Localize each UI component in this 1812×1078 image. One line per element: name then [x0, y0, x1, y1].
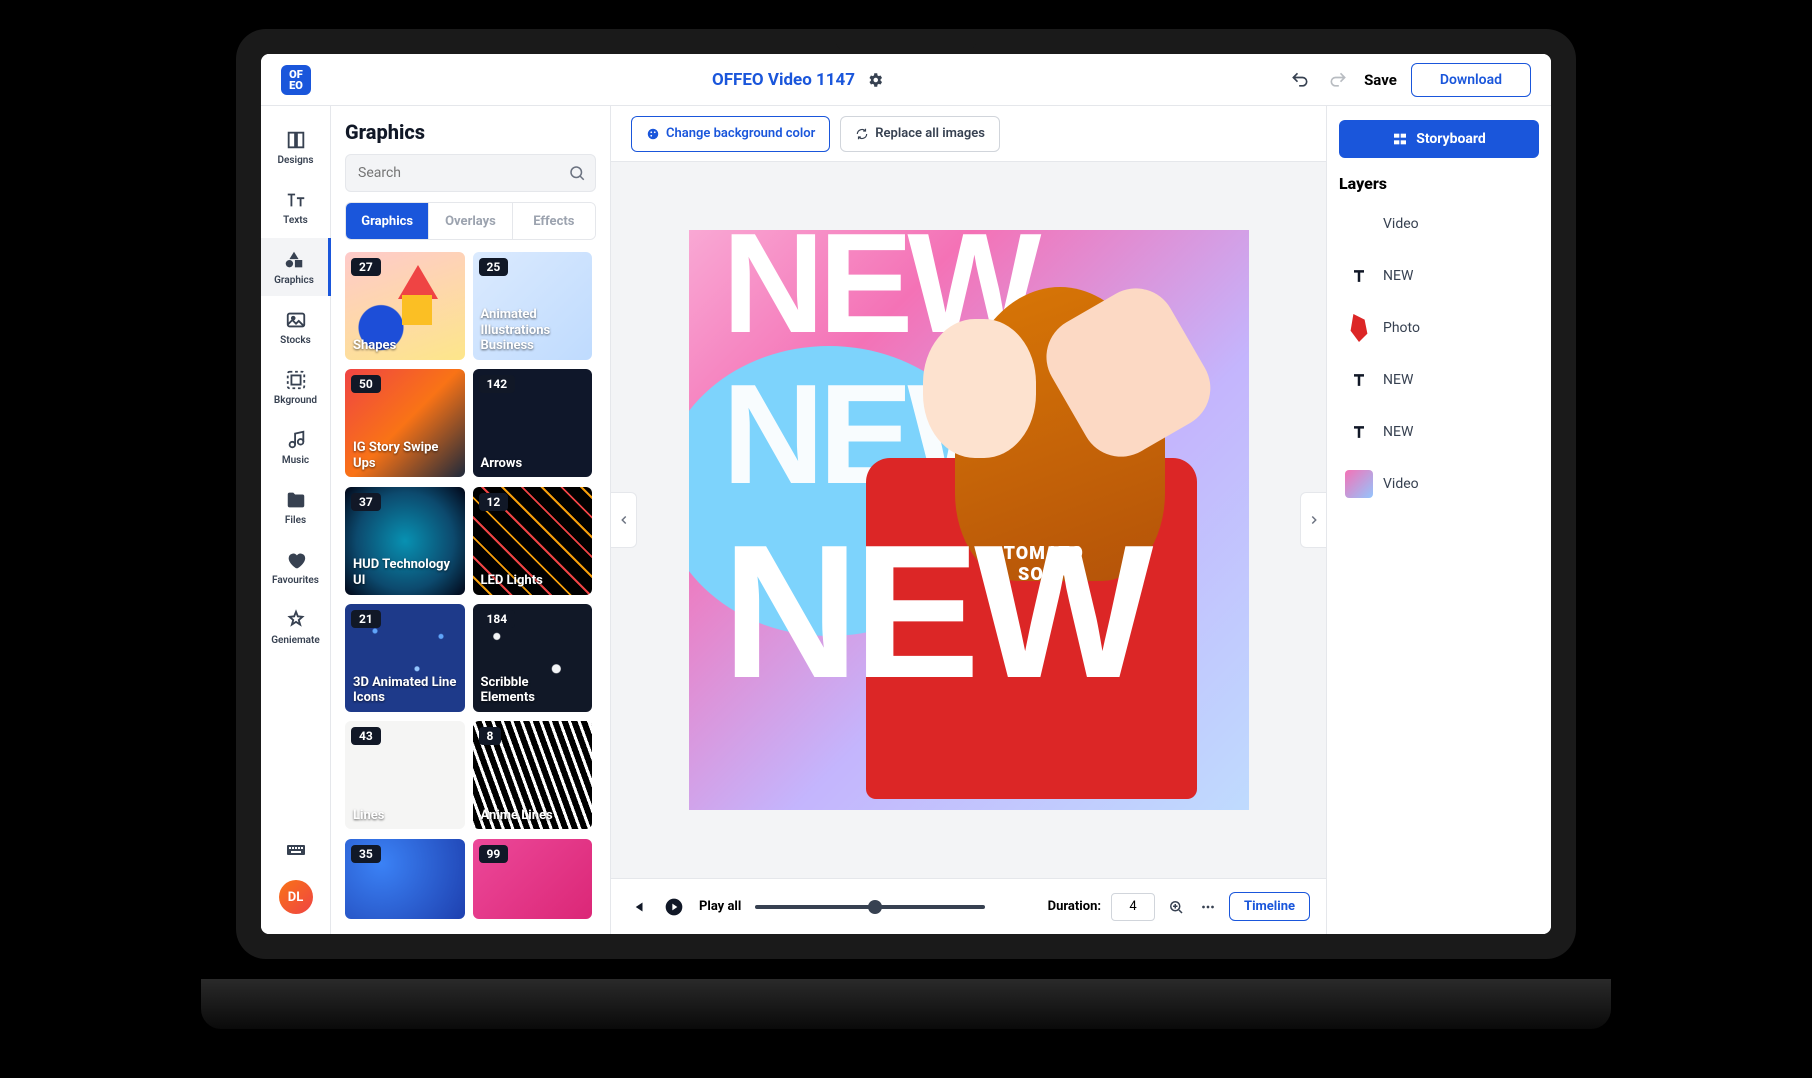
topbar: OFEO OFFEO Video 1147 Save Download [261, 54, 1551, 106]
play-icon[interactable] [663, 896, 685, 918]
canvas-area: Change background color Replace all imag… [611, 106, 1326, 934]
undo-icon[interactable] [1288, 68, 1312, 92]
play-all-label: Play all [699, 899, 741, 914]
rail-files[interactable]: Files [261, 478, 331, 536]
left-rail: Designs Texts Graphics Stocks [261, 106, 331, 934]
tab-graphics[interactable]: Graphics [346, 203, 429, 239]
card-hud[interactable]: 37HUD Technology UI [345, 487, 465, 595]
rail-background[interactable]: Bkground [261, 358, 331, 416]
card-led[interactable]: 12LED Lights [473, 487, 593, 595]
video-icon [1345, 210, 1373, 238]
rail-graphics[interactable]: Graphics [261, 238, 331, 296]
search-icon[interactable] [568, 164, 586, 182]
duration-label: Duration: [1048, 899, 1101, 914]
project-title[interactable]: OFFEO Video 1147 [712, 70, 855, 90]
playbar: Play all Duration: Timeline [611, 878, 1326, 934]
search-input[interactable] [345, 154, 596, 192]
rail-favourites[interactable]: Favourites [261, 538, 331, 596]
card-anime-lines[interactable]: 8Anime Lines [473, 721, 593, 829]
canvas-toolbar: Change background color Replace all imag… [611, 106, 1326, 162]
canvas[interactable]: NEW NEW TOMATOSOUP NEW [689, 230, 1249, 810]
canvas-wrap: NEW NEW TOMATOSOUP NEW [611, 162, 1326, 878]
graphics-grid[interactable]: 27Shapes 25Animated Illustrations Busine… [345, 252, 596, 920]
layer-photo[interactable]: Photo [1339, 307, 1539, 349]
panel-tabs: Graphics Overlays Effects [345, 202, 596, 240]
panel-title: Graphics [345, 120, 596, 144]
timeline-button[interactable]: Timeline [1229, 892, 1310, 921]
user-avatar[interactable]: DL [279, 880, 313, 914]
prev-scene-button[interactable] [611, 492, 637, 548]
card-extra-2[interactable]: 99 [473, 839, 593, 919]
tab-effects[interactable]: Effects [513, 203, 595, 239]
layers-title: Layers [1339, 174, 1539, 193]
rail-music[interactable]: Music [261, 418, 331, 476]
card-3d-line[interactable]: 213D Animated Line Icons [345, 604, 465, 712]
card-arrows[interactable]: 142Arrows [473, 369, 593, 477]
change-bg-button[interactable]: Change background color [631, 116, 830, 152]
rail-geniemate[interactable]: Geniemate [261, 598, 331, 656]
redo-icon[interactable] [1326, 68, 1350, 92]
settings-gear-icon[interactable] [863, 68, 887, 92]
photo-thumb [1345, 314, 1373, 342]
text-icon [1345, 262, 1373, 290]
card-lines[interactable]: 43Lines [345, 721, 465, 829]
card-ig-swipe[interactable]: 50IG Story Swipe Ups [345, 369, 465, 477]
graphics-panel: Graphics Graphics Overlays Effects 27Sha… [331, 106, 611, 934]
layer-new-1[interactable]: NEW [1339, 255, 1539, 297]
duration-input[interactable] [1111, 893, 1155, 921]
card-scribble[interactable]: 184Scribble Elements [473, 604, 593, 712]
card-animated-illustrations[interactable]: 25Animated Illustrations Business [473, 252, 593, 360]
zoom-icon[interactable] [1165, 896, 1187, 918]
rail-texts[interactable]: Texts [261, 178, 331, 236]
rail-designs[interactable]: Designs [261, 118, 331, 176]
layer-new-3[interactable]: NEW [1339, 411, 1539, 453]
rail-stocks[interactable]: Stocks [261, 298, 331, 356]
canvas-text-3[interactable]: NEW [722, 532, 1215, 694]
layer-video-top[interactable]: Video [1339, 203, 1539, 245]
layer-video-bg[interactable]: Video [1339, 463, 1539, 505]
text-icon [1345, 366, 1373, 394]
skip-start-icon[interactable] [627, 896, 649, 918]
download-button[interactable]: Download [1411, 63, 1531, 97]
video-thumb [1345, 470, 1373, 498]
save-button[interactable]: Save [1364, 71, 1397, 89]
card-extra-1[interactable]: 35 [345, 839, 465, 919]
card-shapes[interactable]: 27Shapes [345, 252, 465, 360]
text-icon [1345, 418, 1373, 446]
next-scene-button[interactable] [1300, 492, 1326, 548]
replace-images-button[interactable]: Replace all images [840, 116, 1000, 152]
tab-overlays[interactable]: Overlays [429, 203, 512, 239]
app-logo[interactable]: OFEO [281, 65, 311, 95]
storyboard-button[interactable]: Storyboard [1339, 120, 1539, 158]
right-panel: Storyboard Layers Video NEW Photo [1326, 106, 1551, 934]
scrubber[interactable] [755, 905, 985, 909]
keyboard-icon[interactable] [284, 838, 308, 862]
more-icon[interactable] [1197, 896, 1219, 918]
layer-new-2[interactable]: NEW [1339, 359, 1539, 401]
